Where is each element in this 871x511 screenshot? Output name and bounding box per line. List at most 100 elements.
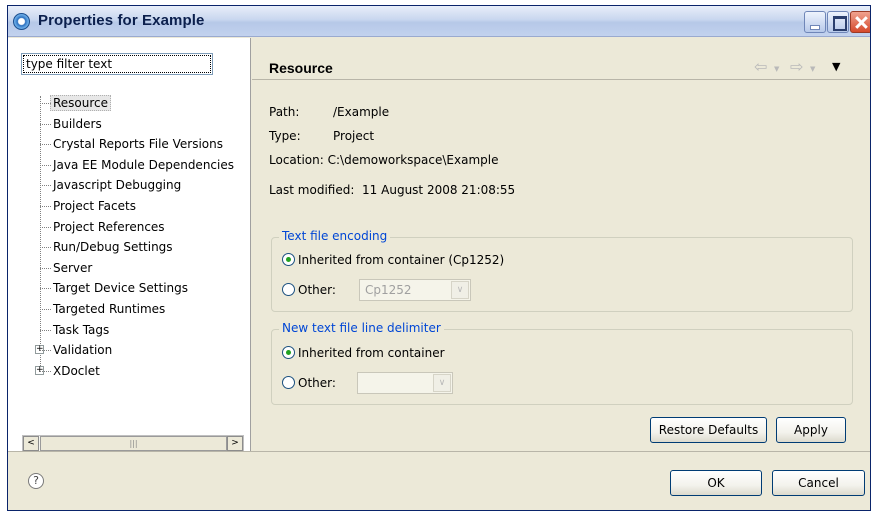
scroll-left-icon: <	[27, 438, 35, 448]
tree-connector	[40, 308, 51, 310]
footer-separator	[8, 451, 870, 452]
tree-item[interactable]: Run/Debug Settings	[33, 237, 248, 258]
restore-defaults-button[interactable]: Restore Defaults	[650, 417, 767, 443]
tree-horizontal-scrollbar[interactable]: < ||| >	[22, 435, 244, 452]
scroll-left-button[interactable]: <	[23, 436, 39, 451]
property-page-tree: Resource Builders Crystal Reports File Ver…	[33, 93, 248, 381]
ok-button[interactable]: OK	[670, 470, 762, 496]
tree-connector	[40, 185, 51, 187]
tree-item[interactable]: Target Device Settings	[33, 278, 248, 299]
page-header: Resource ⇦ ▼ ⇨ ▼ ▼	[252, 38, 870, 80]
tree-item-label: Crystal Reports File Versions	[53, 137, 223, 152]
tree-item[interactable]: Targeted Runtimes	[33, 299, 248, 320]
tree-item-label: Validation	[53, 343, 113, 358]
encoding-other-combo[interactable]: Cp1252 ∨	[359, 279, 471, 301]
forward-arrow-icon[interactable]: ⇨	[790, 57, 803, 76]
path-label: Path:	[269, 105, 300, 119]
back-arrow-icon[interactable]: ⇦	[754, 57, 767, 76]
cancel-button[interactable]: Cancel	[772, 470, 865, 496]
delimiter-other-option[interactable]: Other:	[282, 373, 336, 393]
tree-connector	[40, 103, 51, 104]
encoding-other-option[interactable]: Other:	[282, 280, 336, 300]
encoding-inherited-option[interactable]: Inherited from container (Cp1252)	[282, 250, 504, 270]
tree-connector	[40, 144, 51, 146]
forward-dropdown-icon[interactable]: ▼	[810, 65, 815, 73]
apply-button[interactable]: Apply	[776, 417, 846, 443]
encoding-inherited-label: Inherited from container (Cp1252)	[298, 253, 505, 267]
chevron-down-icon[interactable]: ∨	[433, 374, 451, 392]
encoding-inherited-radio[interactable]	[282, 253, 295, 266]
text-file-encoding-group: Text file encoding Inherited from contai…	[271, 229, 853, 312]
tree-connector	[40, 164, 51, 166]
type-row: Type: Project	[269, 127, 374, 145]
delimiter-other-combo[interactable]: ∨	[357, 372, 453, 394]
path-row: Path: /Example	[269, 103, 389, 121]
delimiter-other-radio[interactable]	[282, 376, 295, 389]
close-button[interactable]	[850, 11, 870, 33]
tree-item[interactable]: Resource	[33, 93, 248, 114]
path-value: /Example	[333, 105, 390, 119]
tree-item[interactable]: Javascript Debugging	[33, 175, 248, 196]
eclipse-app-icon	[13, 13, 30, 30]
view-menu-icon[interactable]: ▼	[832, 60, 840, 73]
tree-item-label: Run/Debug Settings	[53, 240, 173, 255]
scroll-thumb[interactable]: |||	[40, 436, 227, 451]
tree-item[interactable]: Task Tags	[33, 320, 248, 341]
scroll-right-button[interactable]: >	[227, 436, 243, 451]
window-title: Properties for Example	[38, 12, 205, 29]
last-modified-value: 11 August 2008 21:08:55	[362, 183, 516, 197]
tree-item-label: Javascript Debugging	[53, 178, 182, 193]
tree-item-label: Project Facets	[53, 198, 136, 213]
last-modified-row: Last modified: 11 August 2008 21:08:55	[269, 181, 515, 199]
line-delimiter-legend: New text file line delimiter	[279, 321, 444, 335]
tree-item[interactable]: Java EE Module Dependencies	[33, 155, 248, 176]
tree-item-label: Task Tags	[53, 322, 110, 337]
help-icon[interactable]: ?	[28, 473, 44, 489]
tree-item[interactable]: + Validation	[33, 340, 248, 361]
location-value: C:\demoworkspace\Example	[327, 153, 499, 167]
filter-input[interactable]	[21, 53, 213, 75]
tree-connector	[40, 329, 51, 331]
page-title: Resource	[269, 60, 333, 76]
tree-item-label: Java EE Module Dependencies	[53, 157, 234, 172]
tree-item[interactable]: Server	[33, 258, 248, 279]
delimiter-other-label: Other:	[298, 376, 336, 390]
tree-connector	[40, 370, 51, 372]
encoding-other-radio[interactable]	[282, 283, 295, 296]
minimize-button[interactable]	[804, 11, 826, 33]
tree-connector	[40, 350, 51, 352]
tree-item-label: Target Device Settings	[53, 281, 189, 296]
tree-item[interactable]: + XDoclet	[33, 361, 248, 382]
location-label: Location:	[269, 153, 324, 167]
tree-connector	[40, 288, 51, 290]
type-label: Type:	[269, 129, 301, 143]
tree-item-label: Resource	[50, 95, 112, 111]
tree-connector	[40, 267, 51, 269]
scroll-right-icon: >	[231, 438, 239, 448]
encoding-other-label: Other:	[298, 283, 336, 297]
property-page-content: Resource ⇦ ▼ ⇨ ▼ ▼ Path: /Example Type: Pr…	[252, 38, 870, 451]
delimiter-inherited-option[interactable]: Inherited from container	[282, 343, 445, 363]
type-value: Project	[333, 129, 375, 143]
tree-item-label: Server	[53, 260, 93, 275]
text-file-encoding-legend: Text file encoding	[279, 229, 391, 243]
tree-connector	[40, 205, 51, 207]
title-bar[interactable]: Properties for Example	[8, 6, 870, 37]
line-delimiter-group: New text file line delimiter Inherited f…	[271, 321, 853, 405]
tree-item[interactable]: Builders	[33, 114, 248, 135]
tree-item-label: Project References	[53, 219, 165, 234]
delimiter-inherited-radio[interactable]	[282, 346, 295, 359]
tree-item-label: Targeted Runtimes	[53, 301, 166, 316]
tree-connector	[40, 123, 51, 125]
chevron-down-icon[interactable]: ∨	[451, 281, 469, 299]
tree-connector	[40, 247, 51, 249]
tree-item[interactable]: Project Facets	[33, 196, 248, 217]
delimiter-inherited-label: Inherited from container	[298, 346, 445, 360]
maximize-button[interactable]	[827, 11, 849, 33]
back-dropdown-icon[interactable]: ▼	[774, 65, 779, 73]
thumb-grip-icon: |||	[129, 439, 138, 448]
tree-item-label: XDoclet	[53, 363, 100, 378]
property-page-tree-pane: Resource Builders Crystal Reports File Ver…	[8, 38, 251, 452]
tree-item[interactable]: Project References	[33, 217, 248, 238]
tree-item[interactable]: Crystal Reports File Versions	[33, 134, 248, 155]
